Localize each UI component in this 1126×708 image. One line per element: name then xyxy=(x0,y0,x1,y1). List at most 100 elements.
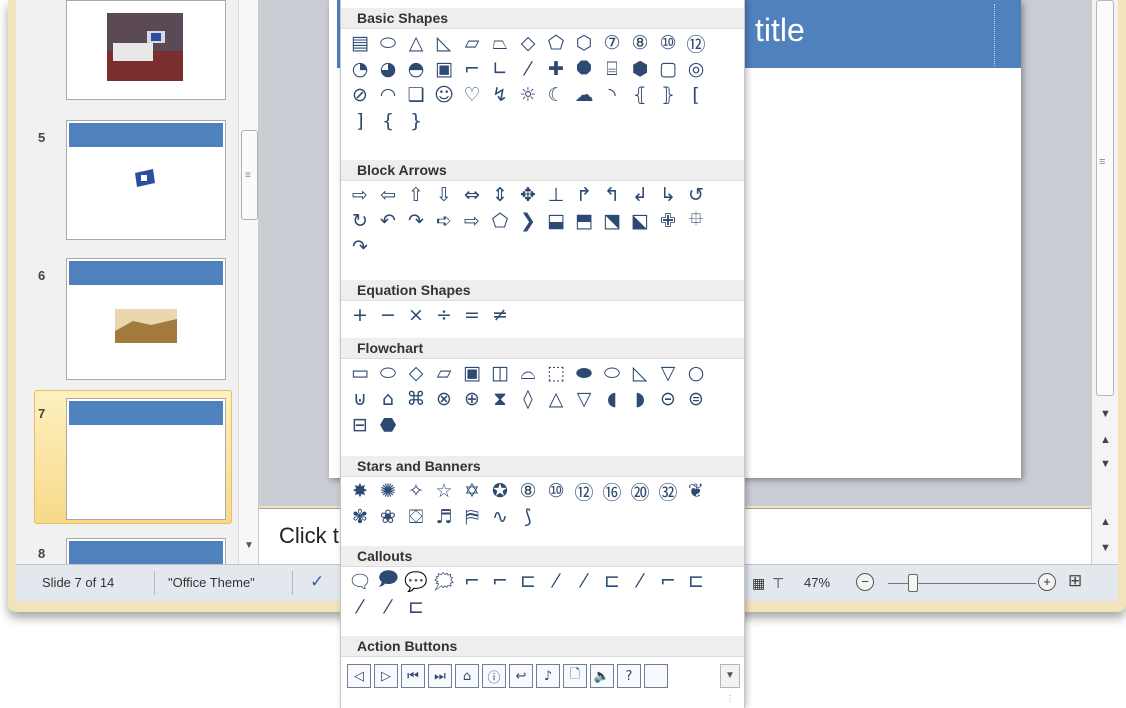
shape-5-13-icon[interactable]: ⁄ xyxy=(347,594,373,620)
shape-0-2-icon[interactable]: △ xyxy=(403,30,429,56)
shape-1-9-icon[interactable]: ↰ xyxy=(599,182,625,208)
shape-0-38-icon[interactable]: [ xyxy=(683,82,709,108)
shape-3-16-icon[interactable]: ⊗ xyxy=(431,386,457,412)
shape-3-9-icon[interactable]: ⬭ xyxy=(599,360,625,386)
shape-0-12-icon[interactable]: ⑫ xyxy=(683,30,709,56)
shape-1-23-icon[interactable]: ⬕ xyxy=(627,208,653,234)
shape-1-15-icon[interactable]: ↷ xyxy=(403,208,429,234)
shape-0-1-icon[interactable]: ⬭ xyxy=(375,30,401,56)
shape-3-20-icon[interactable]: △ xyxy=(543,386,569,412)
shape-3-7-icon[interactable]: ⬚ xyxy=(543,360,569,386)
shape-0-21-icon[interactable]: ⯃ xyxy=(571,56,597,82)
shape-0-30-icon[interactable]: ♡ xyxy=(459,82,485,108)
shape-3-17-icon[interactable]: ⊕ xyxy=(459,386,485,412)
shape-6-7-icon[interactable]: ♪ xyxy=(536,664,560,688)
slide-thumbnail-7[interactable] xyxy=(66,398,226,520)
shape-6-6-icon[interactable]: ↩ xyxy=(509,664,533,688)
zoom-level[interactable]: 47% xyxy=(804,575,830,590)
scroll-down-arrow-icon[interactable]: ▼ xyxy=(1100,408,1111,420)
shape-2-4-icon[interactable]: = xyxy=(459,302,485,328)
shape-3-8-icon[interactable]: ⬬ xyxy=(571,360,597,386)
shape-1-13-icon[interactable]: ↻ xyxy=(347,208,373,234)
shape-0-5-icon[interactable]: ⏢ xyxy=(487,30,513,56)
zoom-out-button[interactable]: − xyxy=(856,573,874,591)
shape-1-1-icon[interactable]: ⇦ xyxy=(375,182,401,208)
slide-thumbnail-4[interactable] xyxy=(66,0,226,100)
shape-5-7-icon[interactable]: ⁄ xyxy=(543,568,569,594)
shape-0-7-icon[interactable]: ⬠ xyxy=(543,30,569,56)
slide-thumbnail-6[interactable] xyxy=(66,258,226,380)
shape-0-32-icon[interactable]: ☼ xyxy=(515,82,541,108)
shape-5-14-icon[interactable]: ⁄ xyxy=(375,594,401,620)
next-slide-icon[interactable]: ▼ xyxy=(1100,458,1111,470)
shape-5-5-icon[interactable]: ⌐ xyxy=(487,568,513,594)
shape-1-11-icon[interactable]: ↳ xyxy=(655,182,681,208)
shape-1-25-icon[interactable]: ⯐ xyxy=(683,208,709,234)
shape-3-10-icon[interactable]: ◺ xyxy=(627,360,653,386)
shape-6-2-icon[interactable]: ⏮ xyxy=(401,664,425,688)
shape-3-13-icon[interactable]: ⊍ xyxy=(347,386,373,412)
shape-1-24-icon[interactable]: ✙ xyxy=(655,208,681,234)
scroll-down-arrow-icon[interactable]: ▼ xyxy=(244,540,254,551)
shape-0-31-icon[interactable]: ↯ xyxy=(487,82,513,108)
shape-3-6-icon[interactable]: ⌓ xyxy=(515,360,541,386)
shape-0-14-icon[interactable]: ◕ xyxy=(375,56,401,82)
shape-0-6-icon[interactable]: ◇ xyxy=(515,30,541,56)
shape-1-8-icon[interactable]: ↱ xyxy=(571,182,597,208)
shape-4-8-icon[interactable]: ⑫ xyxy=(571,478,597,504)
shape-4-15-icon[interactable]: ⛋ xyxy=(403,504,429,530)
shape-5-8-icon[interactable]: ⁄ xyxy=(571,568,597,594)
shape-4-6-icon[interactable]: ⑧ xyxy=(515,478,541,504)
shape-0-20-icon[interactable]: ✚ xyxy=(543,56,569,82)
shape-0-22-icon[interactable]: ⌸ xyxy=(599,56,625,82)
zoom-slider-knob[interactable] xyxy=(908,574,918,592)
shape-3-4-icon[interactable]: ▣ xyxy=(459,360,485,386)
shape-4-1-icon[interactable]: ✺ xyxy=(375,478,401,504)
shape-2-5-icon[interactable]: ≠ xyxy=(487,302,513,328)
shape-0-4-icon[interactable]: ▱ xyxy=(459,30,485,56)
shape-0-3-icon[interactable]: ◺ xyxy=(431,30,457,56)
shape-3-0-icon[interactable]: ▭ xyxy=(347,360,373,386)
shape-0-9-icon[interactable]: ⑦ xyxy=(599,30,625,56)
shape-5-2-icon[interactable]: 💬 xyxy=(403,568,429,594)
shape-1-7-icon[interactable]: ⊥ xyxy=(543,182,569,208)
shape-0-35-icon[interactable]: ◝ xyxy=(599,82,625,108)
shape-4-13-icon[interactable]: ✾ xyxy=(347,504,373,530)
shape-1-10-icon[interactable]: ↲ xyxy=(627,182,653,208)
shape-0-18-icon[interactable]: ∟ xyxy=(487,56,513,82)
shape-6-4-icon[interactable]: ⌂ xyxy=(455,664,479,688)
shape-0-23-icon[interactable]: ⬢ xyxy=(627,56,653,82)
slide-thumbnail-8[interactable] xyxy=(66,538,226,564)
shape-3-18-icon[interactable]: ⧗ xyxy=(487,386,513,412)
shape-5-12-icon[interactable]: ⊏ xyxy=(683,568,709,594)
shape-4-10-icon[interactable]: ⑳ xyxy=(627,478,653,504)
scrollbar-thumb[interactable] xyxy=(1096,0,1114,396)
spell-check-icon[interactable]: ✓ xyxy=(310,572,324,592)
gallery-more-arrow-icon[interactable]: ▼ xyxy=(720,664,740,688)
slide-show-icon[interactable]: ⊤ xyxy=(772,575,784,592)
shape-5-3-icon[interactable]: 🗯 xyxy=(431,568,457,594)
shape-0-19-icon[interactable]: ⁄ xyxy=(515,56,541,82)
shape-0-40-icon[interactable]: { xyxy=(375,108,401,134)
shape-0-39-icon[interactable]: ] xyxy=(347,108,373,134)
shape-3-15-icon[interactable]: ⌘ xyxy=(403,386,429,412)
shape-4-4-icon[interactable]: ✡ xyxy=(459,478,485,504)
shape-4-2-icon[interactable]: ✧ xyxy=(403,478,429,504)
shape-4-9-icon[interactable]: ⑯ xyxy=(599,478,625,504)
shape-1-22-icon[interactable]: ⬔ xyxy=(599,208,625,234)
shape-3-14-icon[interactable]: ⌂ xyxy=(375,386,401,412)
shape-0-27-icon[interactable]: ◠ xyxy=(375,82,401,108)
shape-3-2-icon[interactable]: ◇ xyxy=(403,360,429,386)
resize-grip-icon[interactable]: ⋮ xyxy=(726,694,734,703)
shape-0-37-icon[interactable]: ⦄ xyxy=(655,82,681,108)
shape-1-17-icon[interactable]: ⇨ xyxy=(459,208,485,234)
shape-5-4-icon[interactable]: ⌐ xyxy=(459,568,485,594)
fit-slide-icon[interactable]: ⊞ xyxy=(1068,571,1082,591)
slide-thumbnail-5[interactable] xyxy=(66,120,226,240)
shape-4-16-icon[interactable]: ♬ xyxy=(431,504,457,530)
shape-2-0-icon[interactable]: + xyxy=(347,302,373,328)
shape-5-6-icon[interactable]: ⊏ xyxy=(515,568,541,594)
shape-6-0-icon[interactable]: ◁ xyxy=(347,664,371,688)
shape-0-16-icon[interactable]: ▣ xyxy=(431,56,457,82)
shape-5-15-icon[interactable]: ⊏ xyxy=(403,594,429,620)
